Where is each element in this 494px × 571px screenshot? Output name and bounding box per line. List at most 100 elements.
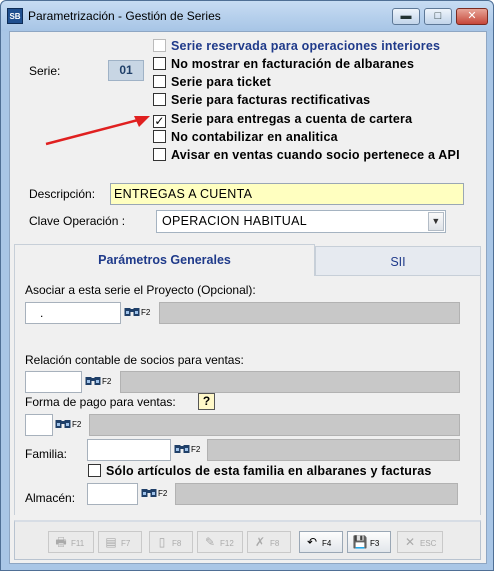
delete-document-icon: ✗	[254, 535, 266, 549]
shortcut-label: F8	[270, 539, 280, 548]
forma-pago-search-button[interactable]: F2	[55, 414, 81, 436]
checkbox-no-mostrar-facturacion[interactable]: No mostrar en facturación de albaranes	[153, 57, 414, 73]
tab-sii[interactable]: SII	[315, 246, 481, 276]
f2-label: F2	[102, 377, 112, 386]
chevron-down-icon[interactable]: ▼	[428, 212, 444, 231]
relacion-name-display	[120, 371, 460, 393]
checkbox-box[interactable]	[153, 148, 166, 161]
checkbox-entregas-a-cuenta[interactable]: ✓ Serie para entregas a cuenta de cartera	[153, 112, 412, 128]
proyecto-input[interactable]: .	[25, 302, 121, 324]
shortcut-label: F11	[71, 539, 85, 548]
proyecto-label: Asociar a esta serie el Proyecto (Opcion…	[25, 283, 256, 297]
new-button[interactable]: ▯ F8	[149, 531, 193, 553]
clave-operacion-label: Clave Operación :	[29, 214, 126, 228]
almacen-search-button[interactable]: F2	[141, 483, 167, 505]
save-icon: 💾	[352, 535, 368, 549]
checkbox-label: No contabilizar en analitica	[171, 130, 338, 144]
checkbox-label: Serie para entregas a cuenta de cartera	[171, 112, 413, 126]
clave-operacion-select[interactable]: OPERACION HABITUAL ▼	[156, 210, 446, 233]
forma-pago-name-display	[89, 414, 460, 436]
close-icon: ✕	[467, 10, 477, 22]
help-icon[interactable]: ?	[198, 393, 215, 410]
print-button[interactable]: 🖶 F11	[48, 531, 94, 553]
save-button[interactable]: 💾 F3	[347, 531, 391, 553]
checkbox-facturas-rectificativas[interactable]: Serie para facturas rectificativas	[153, 93, 370, 109]
checkbox-box[interactable]	[88, 464, 101, 477]
maximize-button[interactable]: □	[424, 8, 452, 25]
checkbox-label: Serie para ticket	[171, 75, 271, 89]
almacen-name-display	[175, 483, 458, 505]
checkbox-box[interactable]	[153, 93, 166, 106]
f2-label: F2	[191, 445, 201, 454]
print-preview-icon: ▤	[105, 535, 117, 549]
delete-button[interactable]: ✗ F8	[247, 531, 291, 553]
almacen-label: Almacén:	[25, 491, 76, 505]
binoculars-icon	[124, 308, 140, 316]
shortcut-label: F12	[220, 539, 234, 548]
minimize-button[interactable]: ▬	[392, 8, 420, 25]
familia-search-button[interactable]: F2	[174, 439, 200, 461]
f2-label: F2	[141, 308, 151, 317]
annotation-arrow-icon	[45, 116, 150, 146]
familia-input[interactable]	[87, 439, 171, 461]
relacion-input[interactable]	[25, 371, 82, 393]
tab-parametros-generales[interactable]: Parámetros Generales	[14, 244, 315, 276]
checkbox-solo-articulos-familia[interactable]: Sólo artículos de esta familia en albara…	[88, 464, 432, 480]
shortcut-label: F8	[172, 539, 182, 548]
proyecto-search-button[interactable]: F2	[124, 302, 150, 324]
edit-button[interactable]: ✎ F12	[197, 531, 243, 553]
checkbox-label: Sólo artículos de esta familia en albara…	[106, 464, 432, 478]
checkbox-avisar-socio-api[interactable]: Avisar en ventas cuando socio pertenece …	[153, 148, 460, 164]
clave-operacion-value: OPERACION HABITUAL	[162, 214, 308, 228]
shortcut-label: F4	[322, 539, 332, 548]
relacion-search-button[interactable]: F2	[85, 371, 111, 393]
familia-label: Familia:	[25, 447, 68, 461]
app-logo-icon: SB	[7, 8, 23, 24]
app-window: SB Parametrización - Gestión de Series ▬…	[0, 0, 494, 571]
forma-pago-input[interactable]	[25, 414, 53, 436]
checkbox-serie-ticket[interactable]: Serie para ticket	[153, 75, 271, 91]
binoculars-icon	[141, 489, 157, 497]
serie-label: Serie:	[29, 64, 61, 78]
close-button[interactable]: ✕	[456, 8, 488, 25]
checkbox-label: No mostrar en facturación de albaranes	[171, 57, 415, 71]
descripcion-label: Descripción:	[29, 187, 96, 201]
checkbox-box[interactable]	[153, 75, 166, 88]
checkbox-box[interactable]	[153, 39, 166, 52]
action-toolbar: 🖶 F11 ▤ F7 ▯ F8 ✎ F12 ✗ F8 ↶ F4 💾 F3 ✕ ESC	[14, 520, 481, 560]
checkbox-box[interactable]	[153, 57, 166, 70]
familia-name-display	[207, 439, 460, 461]
proyecto-name-display	[159, 302, 460, 324]
almacen-input[interactable]	[87, 483, 138, 505]
descripcion-input[interactable]: ENTREGAS A CUENTA	[110, 183, 464, 205]
undo-button[interactable]: ↶ F4	[299, 531, 343, 553]
minimize-icon: ▬	[400, 10, 412, 22]
binoculars-icon	[174, 445, 190, 453]
new-document-icon: ▯	[158, 535, 166, 549]
f2-label: F2	[72, 420, 82, 429]
checkbox-label: Serie reservada para operaciones interio…	[171, 39, 441, 53]
tab-bar: Parámetros Generales SII	[14, 244, 481, 276]
shortcut-label: F7	[121, 539, 131, 548]
checkbox-no-contabilizar-analitica[interactable]: No contabilizar en analitica	[153, 130, 338, 146]
binoculars-icon	[85, 377, 101, 385]
print-preview-button[interactable]: ▤ F7	[98, 531, 142, 553]
dialog-body: Serie: 01 Serie reservada para operacion…	[9, 31, 487, 564]
checkbox-serie-reservada[interactable]: Serie reservada para operaciones interio…	[153, 39, 440, 55]
cancel-button[interactable]: ✕ ESC	[397, 531, 443, 553]
cancel-icon: ✕	[404, 535, 416, 549]
edit-document-icon: ✎	[204, 535, 216, 549]
f2-label: F2	[158, 489, 168, 498]
window-title: Parametrización - Gestión de Series	[28, 9, 221, 23]
forma-pago-label: Forma de pago para ventas:	[25, 395, 176, 409]
serie-value: 01	[108, 60, 144, 81]
shortcut-label: ESC	[420, 539, 437, 548]
arrow-shaft	[45, 118, 139, 146]
title-bar[interactable]: SB Parametrización - Gestión de Series ▬…	[1, 1, 493, 31]
print-icon: 🖶	[55, 535, 67, 549]
checkbox-box[interactable]: ✓	[153, 115, 166, 128]
checkbox-box[interactable]	[153, 130, 166, 143]
shortcut-label: F3	[370, 539, 380, 548]
checkbox-label: Serie para facturas rectificativas	[171, 93, 371, 107]
maximize-icon: □	[434, 10, 442, 22]
